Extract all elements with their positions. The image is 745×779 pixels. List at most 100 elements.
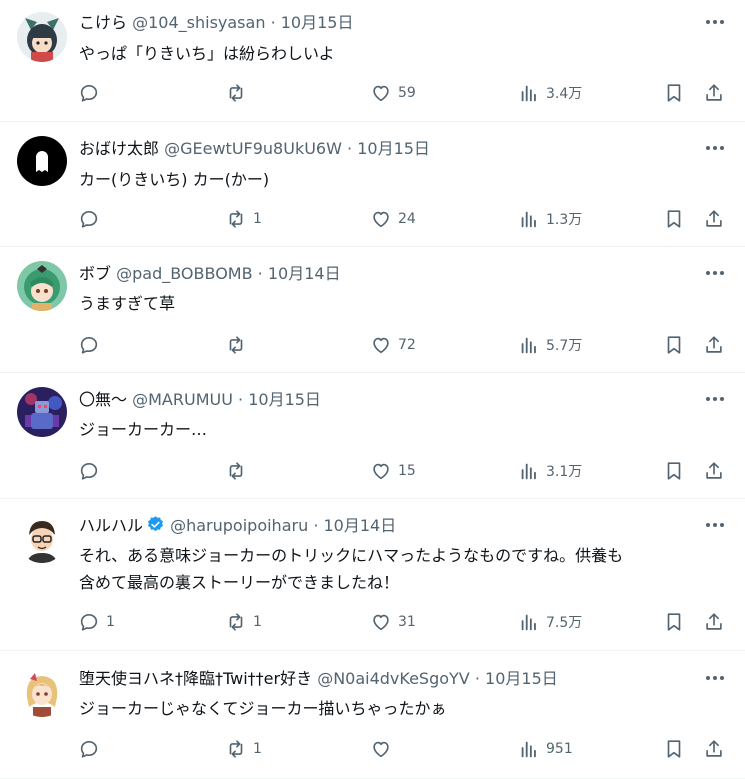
anime-character-avatar-icon [17,12,67,62]
more-options-icon[interactable] [703,136,727,160]
views-button[interactable]: 3.1万 [518,458,582,484]
more-options-icon[interactable] [703,513,727,537]
display-name[interactable]: こけら [79,13,127,32]
like-button[interactable]: 15 [370,458,416,484]
heart-icon [373,85,389,102]
views-button[interactable]: 951 [518,736,573,762]
bookmark-button[interactable] [663,736,685,762]
retweet-button[interactable] [225,332,253,358]
bookmark-icon [667,613,681,631]
display-name[interactable]: 堕天使ヨハネ†降臨†Twi††er好き [79,669,312,688]
like-button[interactable]: 72 [370,332,416,358]
view-count: 3.4万 [546,86,583,102]
like-button[interactable]: 31 [370,609,416,635]
bookmark-button[interactable] [663,609,685,635]
retweet-button[interactable]: 1 [225,206,262,232]
tweet[interactable]: こけら @104_shisyasan · 10月15日 やっぱ「りきいち」は紛ら… [0,0,745,122]
avatar[interactable] [17,387,67,437]
tweet-date[interactable]: 10月14日 [268,264,341,283]
retweet-icon [229,613,243,631]
tweet-date[interactable]: 10月15日 [357,139,430,158]
reply-button[interactable] [78,80,106,106]
tweet-date[interactable]: 10月15日 [281,13,354,32]
more-options-icon[interactable] [703,10,727,34]
retweet-button[interactable]: 1 [225,609,262,635]
like-button[interactable] [370,736,398,762]
views-button[interactable]: 1.3万 [518,206,582,232]
retweet-button[interactable] [225,458,253,484]
reply-button[interactable] [78,206,106,232]
tweet-text: カー(りきいち) カー(かー) [79,170,270,189]
views-button[interactable]: 5.7万 [518,332,582,358]
share-button[interactable] [703,736,725,762]
avatar[interactable] [17,12,67,62]
reply-button[interactable]: 1 [78,609,115,635]
reply-button[interactable] [78,332,106,358]
tweet[interactable]: ハルハル @harupoipoiharu · 10月14日 それ、ある意味ジョー… [0,499,745,651]
views-button[interactable]: 3.4万 [518,80,582,106]
like-count: 72 [398,337,416,353]
user-handle[interactable]: @GEewtUF9u8UkU6W [164,139,342,158]
share-icon [706,336,722,353]
avatar[interactable] [17,667,67,717]
user-handle[interactable]: @pad_BOBBOMB [116,264,252,283]
user-handle[interactable]: @104_shisyasan [132,13,265,32]
bookmark-button[interactable] [663,332,685,358]
views-button[interactable]: 7.5万 [518,609,582,635]
reply-icon [80,741,98,758]
share-button[interactable] [703,609,725,635]
bookmark-icon [667,84,681,102]
view-count: 951 [546,741,573,757]
views-chart-icon [521,463,536,480]
heart-icon [373,614,389,631]
share-button[interactable] [703,80,725,106]
display-name[interactable]: ハルハル [79,516,143,535]
tweet-date[interactable]: 10月15日 [248,390,321,409]
avatar[interactable] [17,513,67,563]
reply-button[interactable] [78,736,106,762]
retweet-icon [229,462,243,480]
bookmark-button[interactable] [663,80,685,106]
share-icon [706,84,722,101]
tweet-date[interactable]: 10月14日 [324,516,397,535]
retweet-button[interactable]: 1 [225,736,262,762]
reply-icon [80,211,98,228]
display-name[interactable]: おばけ太郎 [79,139,159,158]
like-button[interactable]: 24 [370,206,416,232]
reply-button[interactable] [78,458,106,484]
view-count: 1.3万 [546,212,583,228]
share-icon [706,210,722,227]
tweet[interactable]: ボブ @pad_BOBBOMB · 10月14日 うますぎて草 72 5.7万 [0,247,745,373]
display-name[interactable]: 〇無～ [79,390,127,409]
tweet-date[interactable]: 10月15日 [485,669,558,688]
display-name[interactable]: ボブ [79,264,111,283]
more-options-icon[interactable] [703,666,727,690]
ghost-avatar-icon [17,136,67,186]
retweet-button[interactable] [225,80,253,106]
tweet-text: ジョーカーじゃなくてジョーカー描いちゃったかぁ [79,699,447,718]
user-handle[interactable]: @N0ai4dvKeSgoYV [317,669,470,688]
share-button[interactable] [703,458,725,484]
bookmark-button[interactable] [663,206,685,232]
action-bar: 15 3.1万 [0,458,745,484]
tweet[interactable]: 堕天使ヨハネ†降臨†Twi††er好き @N0ai4dvKeSgoYV · 10… [0,651,745,779]
separator: · [238,390,244,409]
blonde-girl-avatar-icon [17,667,67,717]
like-button[interactable]: 59 [370,80,416,106]
tweet[interactable]: 〇無～ @MARUMUU · 10月15日 ジョーカーカー… 15 3.1万 [0,373,745,499]
user-handle[interactable]: @MARUMUU [132,390,233,409]
retweet-count: 1 [253,211,262,227]
more-options-icon[interactable] [703,261,727,285]
avatar[interactable] [17,136,67,186]
view-count: 5.7万 [546,338,583,354]
tweet-header: ハルハル @harupoipoiharu · 10月14日 [79,515,396,540]
user-handle[interactable]: @harupoipoiharu [170,516,308,535]
more-options-icon[interactable] [703,387,727,411]
tweet[interactable]: おばけ太郎 @GEewtUF9u8UkU6W · 10月15日 カー(りきいち)… [0,122,745,247]
bookmark-button[interactable] [663,458,685,484]
like-count: 31 [398,614,416,630]
share-button[interactable] [703,206,725,232]
views-chart-icon [521,211,536,228]
share-button[interactable] [703,332,725,358]
avatar[interactable] [17,261,67,311]
